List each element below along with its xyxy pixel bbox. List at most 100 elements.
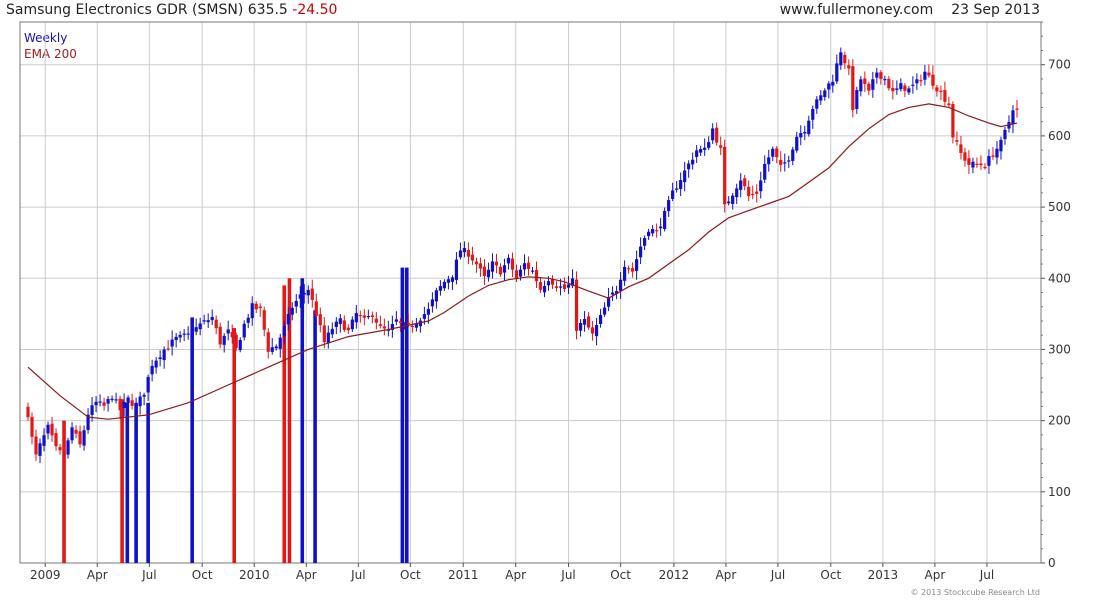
candle (438, 280, 443, 296)
candle (771, 146, 775, 161)
candle-body (939, 90, 943, 92)
candle (995, 141, 999, 165)
candle-body (302, 292, 306, 295)
candle (807, 115, 811, 137)
candle-body (42, 435, 46, 446)
candle-body (306, 289, 310, 296)
candle (250, 296, 254, 326)
candle-body (594, 325, 599, 337)
tall-bar (232, 328, 237, 563)
candle (346, 324, 350, 334)
candle (975, 157, 979, 168)
candle (855, 86, 859, 114)
candle (334, 317, 338, 335)
candle-body (470, 254, 475, 261)
candle-body (462, 248, 467, 253)
x-tick-label: Jul (770, 568, 785, 582)
candle-body (935, 87, 939, 92)
candle-body (823, 90, 827, 98)
candle (98, 394, 102, 407)
y-tick-label: 600 (1048, 129, 1071, 143)
candle (66, 437, 70, 459)
candle-body (206, 320, 210, 323)
candle (430, 292, 435, 313)
candle (647, 228, 651, 240)
candle (130, 393, 134, 410)
candle-body (827, 83, 831, 90)
candle (939, 85, 943, 101)
candle (699, 145, 703, 157)
candle-body (178, 334, 182, 338)
candle-body (154, 360, 158, 368)
candle-body (859, 79, 863, 92)
candle-body (142, 394, 146, 397)
candle-body (162, 349, 166, 361)
candle-body (903, 85, 907, 91)
candle-body (146, 376, 150, 393)
candle (562, 277, 567, 292)
candle-body (635, 259, 639, 271)
candle-body (130, 400, 134, 406)
candle-body (510, 258, 515, 270)
candle-body (98, 401, 102, 403)
candle-body (819, 95, 823, 101)
candle (835, 54, 839, 84)
candle (174, 332, 178, 348)
candle-body (250, 303, 254, 319)
candle (326, 325, 330, 349)
candle (963, 147, 967, 167)
candle (675, 180, 679, 193)
candle (959, 135, 963, 160)
candle-body (422, 314, 426, 319)
candle-body (651, 229, 655, 234)
candle-body (218, 326, 222, 345)
ema200-line (27, 103, 1018, 420)
candle-body (542, 286, 547, 293)
candle-body (871, 79, 875, 90)
candle (875, 67, 879, 84)
candle (651, 224, 655, 237)
candle-body (530, 270, 535, 272)
candle-body (350, 319, 354, 330)
candle-body (799, 133, 803, 138)
candle-body (647, 231, 651, 237)
candle (210, 309, 214, 325)
candle (659, 217, 663, 236)
candle-body (158, 357, 162, 360)
candle-body (971, 161, 975, 168)
candle-body (110, 398, 114, 400)
candle-body (166, 348, 170, 350)
candle (70, 422, 74, 444)
candle-body (474, 261, 479, 265)
tall-bar (146, 402, 150, 563)
candle (526, 256, 531, 276)
x-tick-label: Oct (400, 568, 421, 582)
candles (26, 47, 1019, 464)
y-tick-label: 700 (1048, 58, 1071, 72)
candle-body (851, 66, 855, 111)
candle (166, 339, 170, 351)
candle (739, 173, 743, 198)
candle-body (26, 406, 30, 418)
candle-body (330, 328, 334, 335)
candle-body (370, 315, 374, 318)
candle (582, 311, 587, 332)
x-tick-label: Jul (141, 568, 156, 582)
candle-body (991, 155, 995, 157)
candle-body (518, 269, 523, 277)
candle-body (683, 170, 687, 183)
candle-body (867, 83, 871, 91)
candle (971, 157, 975, 174)
candle-body (927, 72, 931, 76)
candle (819, 90, 823, 105)
candle-body (114, 399, 118, 401)
candle-body (707, 142, 711, 148)
candle-body (763, 163, 767, 180)
candle-body (266, 332, 270, 352)
candle (847, 59, 851, 76)
candle-body (735, 188, 739, 198)
candle-body (554, 286, 559, 289)
x-tick-label: 2011 (448, 568, 479, 582)
candle-body (286, 314, 290, 325)
candle (735, 183, 739, 204)
